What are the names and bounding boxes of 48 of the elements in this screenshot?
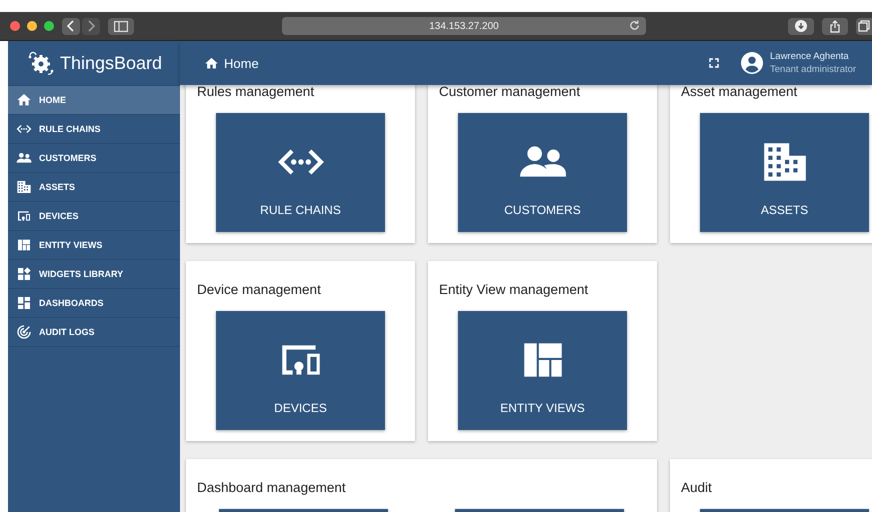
zoom-window-dot[interactable] (44, 21, 54, 31)
shortcut-tile[interactable]: CUSTOMERS (458, 113, 627, 232)
sidebar-item[interactable]: WIDGETS LIBRARY (8, 260, 180, 289)
close-window-dot[interactable] (10, 21, 20, 31)
chevron-right-icon (87, 20, 95, 32)
user-role: Tenant administrator (770, 64, 858, 75)
gear-logo-icon (26, 50, 56, 76)
shortcut-tile[interactable]: ASSETS (700, 113, 869, 232)
fullscreen-icon[interactable] (709, 58, 719, 68)
download-icon (795, 20, 807, 32)
section-title: Audit (680, 479, 713, 497)
shortcut-tile[interactable]: DEVICES (216, 311, 385, 430)
sidebar-item[interactable]: ENTITY VIEWS (8, 231, 180, 260)
shortcut-tile[interactable]: ENTITY VIEWS (458, 311, 627, 430)
home-breadcrumb[interactable]: Home (204, 56, 259, 70)
reload-icon[interactable] (629, 20, 640, 31)
widgets-icon (16, 266, 32, 282)
sidebar-item[interactable]: HOME (8, 86, 180, 115)
app-logo-text: ThingsBoard (60, 52, 162, 74)
radar-icon (16, 324, 32, 340)
section-title: Rules management (196, 85, 316, 101)
share-icon (829, 20, 841, 32)
tabs-button[interactable] (856, 18, 872, 34)
download-button[interactable] (788, 18, 814, 34)
user-avatar-icon[interactable] (741, 52, 763, 74)
building-icon (16, 179, 32, 195)
section-title: Customer management (438, 85, 582, 101)
sidebar-item[interactable]: ASSETS (8, 173, 180, 202)
section-title: Asset management (680, 85, 798, 101)
dashboard-icon (16, 295, 32, 311)
shortcut-tile[interactable]: RULE CHAINS (216, 113, 385, 232)
address-bar[interactable]: 134.153.27.200 (282, 17, 646, 35)
back-button[interactable] (62, 18, 80, 34)
sidebar-item[interactable]: DASHBOARDS (8, 289, 180, 318)
user-name: Lawrence Aghenta (770, 51, 850, 62)
section-title: Dashboard management (196, 479, 347, 497)
minimize-window-dot[interactable] (27, 21, 37, 31)
forward-button[interactable] (82, 18, 100, 34)
section-title: Device management (196, 281, 322, 299)
chevron-left-icon (67, 20, 75, 32)
sidebar-toggle-button[interactable] (108, 18, 134, 34)
home-icon (204, 56, 219, 70)
section-title: Entity View management (438, 281, 590, 299)
home-icon (16, 92, 32, 108)
tabs-icon (858, 20, 870, 32)
sidebar-icon (114, 20, 128, 32)
share-button[interactable] (822, 18, 848, 34)
grid-panels-icon (16, 237, 32, 253)
